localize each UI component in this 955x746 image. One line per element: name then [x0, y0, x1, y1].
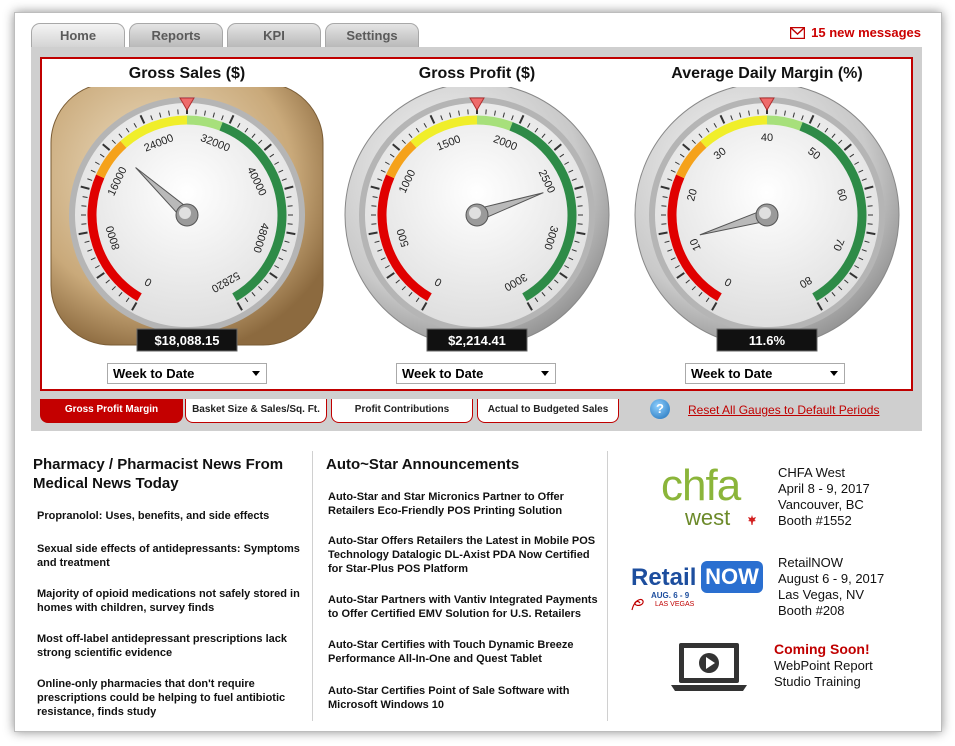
chfa-logo-sub: west	[685, 505, 731, 530]
retailnow-logo-tag2: LAS VEGAS	[655, 601, 695, 608]
event-webpoint-details: Coming Soon! WebPoint Report Studio Trai…	[774, 640, 924, 690]
event-line: April 8 - 9, 2017	[778, 481, 870, 496]
event-line: Booth #208	[778, 603, 845, 618]
video-laptop-icon[interactable]	[669, 641, 749, 693]
column-divider	[312, 451, 313, 721]
announcement-item[interactable]: Auto-Star Partners with Vantiv Integrate…	[328, 593, 606, 621]
retailnow-logo-badge: NOW	[701, 561, 763, 593]
subtab-profit-contributions[interactable]: Profit Contributions	[331, 399, 473, 423]
news-heading: Pharmacy / Pharmacist News From Medical …	[33, 456, 284, 492]
gauge-title: Average Daily Margin (%)	[671, 65, 863, 82]
news-item[interactable]: Propranolol: Uses, benefits, and side ef…	[37, 509, 307, 523]
messages-link[interactable]: 15 new messages	[790, 25, 921, 40]
period-select[interactable]: Week to Date	[107, 363, 267, 384]
news-item[interactable]: Online-only pharmacies that don't requir…	[37, 677, 307, 719]
subtab-actual-to-budgeted[interactable]: Actual to Budgeted Sales	[477, 399, 619, 423]
column-divider	[607, 451, 608, 721]
app-frame: Home Reports KPI Settings 15 new message…	[14, 12, 942, 732]
gauge-readout: $18,088.15	[154, 333, 219, 348]
retailnow-logo[interactable]: Retail NOW AUG. 6 - 9 LAS VEGAS	[629, 559, 763, 619]
script-flourish-icon	[631, 598, 644, 611]
event-line: Las Vegas, NV	[778, 587, 864, 602]
needle-hub-highlight	[759, 207, 771, 219]
gauge-readout: $2,214.41	[448, 333, 506, 348]
gauge-readout: 11.6%	[749, 333, 786, 348]
subtab-gross-profit-margin[interactable]: Gross Profit Margin	[40, 399, 183, 423]
period-select[interactable]: Week to Date	[396, 363, 556, 384]
retailnow-logo-tag: AUG. 6 - 9	[651, 591, 690, 600]
announcement-item[interactable]: Auto-Star Certifies Point of Sale Softwa…	[328, 684, 606, 712]
news-item[interactable]: Majority of opioid medications not safel…	[37, 587, 307, 615]
period-select[interactable]: Week to Date	[685, 363, 845, 384]
gauge-title: Gross Profit ($)	[418, 65, 536, 82]
event-line: August 6 - 9, 2017	[778, 571, 885, 586]
gauge-dial: 080001600024000 32000400004800052820$18,0…	[50, 87, 324, 352]
chfa-west-logo[interactable]: chfa west	[661, 463, 757, 529]
gauge-panel: Gross Sales ($) 0 8000 16000 24000 32000 4000…	[31, 47, 922, 431]
maple-leaf-icon	[748, 515, 756, 525]
gauge-title: Gross Sales ($)	[128, 65, 246, 82]
retailnow-logo-main: Retail	[631, 564, 697, 591]
gauges-container: Gross Sales ($) 0 8000 16000 24000 32000 4000…	[40, 57, 913, 391]
period-value: Week to Date	[402, 366, 484, 381]
announcements-heading: Auto~Star Announcements	[326, 456, 520, 473]
messages-label: 15 new messages	[811, 25, 921, 40]
needle-hub-highlight	[179, 207, 191, 219]
event-line: Booth #1552	[778, 513, 852, 528]
tab-settings[interactable]: Settings	[325, 23, 419, 47]
retailnow-badge-text: NOW	[705, 564, 759, 589]
chfa-logo-main: chfa	[661, 461, 741, 510]
gauge-dial: 0102030405060708011.6%	[634, 87, 900, 352]
event-line: Studio Training	[774, 674, 861, 689]
chevron-down-icon	[252, 371, 260, 376]
chevron-down-icon	[541, 371, 549, 376]
needle-hub-highlight	[469, 207, 481, 219]
event-line: Vancouver, BC	[778, 497, 864, 512]
chevron-down-icon	[830, 371, 838, 376]
tab-home[interactable]: Home	[31, 23, 125, 47]
subtab-basket-size[interactable]: Basket Size & Sales/Sq. Ft.	[185, 399, 327, 423]
gauge-scale-label: 40	[761, 132, 773, 144]
period-value: Week to Date	[691, 366, 773, 381]
event-chfa-details: CHFA West April 8 - 9, 2017 Vancouver, B…	[778, 465, 928, 529]
announcement-item[interactable]: Auto-Star Offers Retailers the Latest in…	[328, 534, 606, 576]
gauge-average-daily-margin: Average Daily Margin (%) 0 10 20 30 40 50 60 70…	[622, 59, 912, 389]
gauge-gross-sales: Gross Sales ($) 0 8000 16000 24000 32000 4000…	[42, 59, 332, 389]
help-icon[interactable]: ?	[650, 399, 670, 419]
gauge-gross-profit: Gross Profit ($) 0 500 1000 1500 2000 2500 300…	[332, 59, 622, 389]
gauge-dial: 050010001500 2000250030003000$2,214.41	[344, 87, 610, 352]
tab-kpi[interactable]: KPI	[227, 23, 321, 47]
coming-soon-label: Coming Soon!	[774, 641, 870, 657]
announcement-item[interactable]: Auto-Star and Star Micronics Partner to …	[328, 490, 606, 518]
event-line: RetailNOW	[778, 555, 844, 570]
event-retailnow-details: RetailNOW August 6 - 9, 2017 Las Vegas, …	[778, 555, 928, 619]
event-line: CHFA West	[778, 465, 845, 480]
reset-gauges-link[interactable]: Reset All Gauges to Default Periods	[688, 403, 879, 417]
news-item[interactable]: Most off-label antidepressant prescripti…	[37, 632, 307, 660]
announcement-item[interactable]: Auto-Star Certifies with Touch Dynamic B…	[328, 638, 606, 666]
envelope-icon	[790, 26, 806, 39]
tab-reports[interactable]: Reports	[129, 23, 223, 47]
news-item[interactable]: Sexual side effects of antidepressants: …	[37, 542, 307, 570]
period-value: Week to Date	[113, 366, 195, 381]
event-line: WebPoint Report	[774, 658, 873, 673]
